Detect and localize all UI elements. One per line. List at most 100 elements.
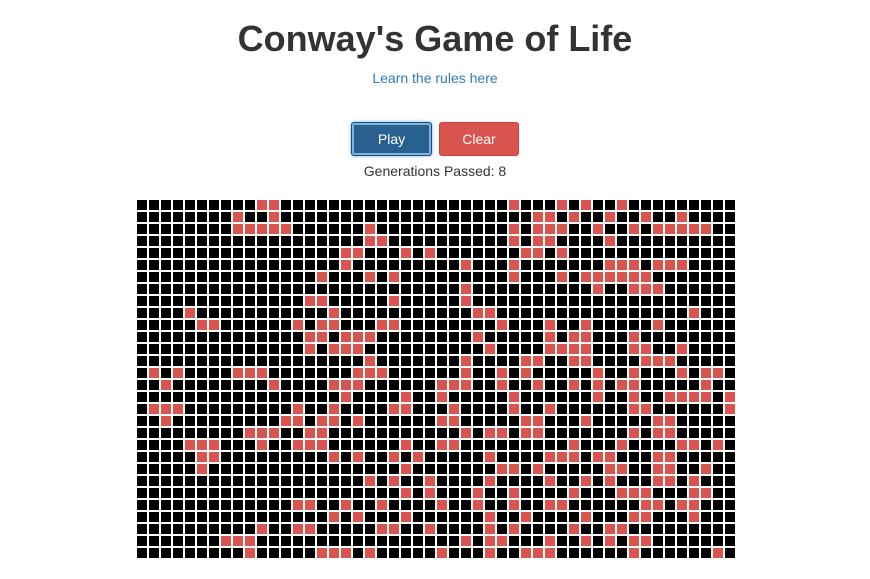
grid-cell-alive[interactable] bbox=[473, 332, 483, 342]
grid-cell[interactable] bbox=[521, 332, 531, 342]
grid-cell-alive[interactable] bbox=[269, 428, 279, 438]
grid-cell[interactable] bbox=[221, 212, 231, 222]
grid-cell[interactable] bbox=[605, 392, 615, 402]
grid-cell[interactable] bbox=[425, 536, 435, 546]
grid-cell[interactable] bbox=[677, 200, 687, 210]
grid-cell[interactable] bbox=[713, 524, 723, 534]
grid-cell-alive[interactable] bbox=[305, 500, 315, 510]
grid-cell[interactable] bbox=[413, 272, 423, 282]
grid-cell[interactable] bbox=[569, 368, 579, 378]
grid-cell[interactable] bbox=[437, 464, 447, 474]
grid-cell[interactable] bbox=[449, 296, 459, 306]
grid-cell[interactable] bbox=[665, 212, 675, 222]
grid-cell[interactable] bbox=[485, 488, 495, 498]
grid-cell[interactable] bbox=[245, 212, 255, 222]
grid-cell[interactable] bbox=[269, 320, 279, 330]
grid-cell[interactable] bbox=[641, 524, 651, 534]
grid-cell[interactable] bbox=[185, 320, 195, 330]
grid-cell-alive[interactable] bbox=[665, 260, 675, 270]
grid-cell[interactable] bbox=[185, 428, 195, 438]
grid-cell[interactable] bbox=[545, 260, 555, 270]
grid-cell-alive[interactable] bbox=[689, 308, 699, 318]
grid-cell-alive[interactable] bbox=[521, 248, 531, 258]
grid-cell[interactable] bbox=[281, 524, 291, 534]
grid-cell-alive[interactable] bbox=[545, 224, 555, 234]
grid-cell[interactable] bbox=[449, 524, 459, 534]
grid-cell[interactable] bbox=[557, 296, 567, 306]
grid-cell[interactable] bbox=[641, 260, 651, 270]
grid-cell-alive[interactable] bbox=[557, 344, 567, 354]
grid-cell[interactable] bbox=[545, 524, 555, 534]
grid-cell[interactable] bbox=[281, 488, 291, 498]
grid-cell[interactable] bbox=[233, 524, 243, 534]
grid-cell-alive[interactable] bbox=[581, 512, 591, 522]
grid-cell-alive[interactable] bbox=[437, 500, 447, 510]
grid-cell[interactable] bbox=[641, 332, 651, 342]
grid-cell[interactable] bbox=[269, 452, 279, 462]
grid-cell[interactable] bbox=[413, 512, 423, 522]
grid-cell[interactable] bbox=[521, 404, 531, 414]
grid-cell[interactable] bbox=[413, 284, 423, 294]
grid-cell[interactable] bbox=[605, 320, 615, 330]
grid-cell[interactable] bbox=[413, 428, 423, 438]
grid-cell[interactable] bbox=[221, 404, 231, 414]
grid-cell[interactable] bbox=[329, 476, 339, 486]
grid-cell[interactable] bbox=[653, 200, 663, 210]
grid-cell-alive[interactable] bbox=[653, 356, 663, 366]
grid-cell[interactable] bbox=[353, 464, 363, 474]
grid-cell[interactable] bbox=[725, 476, 735, 486]
grid-cell[interactable] bbox=[533, 308, 543, 318]
grid-cell[interactable] bbox=[557, 236, 567, 246]
grid-cell[interactable] bbox=[185, 380, 195, 390]
grid-cell[interactable] bbox=[305, 536, 315, 546]
grid-cell[interactable] bbox=[689, 284, 699, 294]
grid-cell[interactable] bbox=[593, 200, 603, 210]
grid-cell[interactable] bbox=[149, 524, 159, 534]
grid-cell-alive[interactable] bbox=[293, 440, 303, 450]
grid-cell[interactable] bbox=[665, 296, 675, 306]
grid-cell[interactable] bbox=[377, 548, 387, 558]
grid-cell[interactable] bbox=[317, 524, 327, 534]
grid-cell-alive[interactable] bbox=[689, 500, 699, 510]
grid-cell[interactable] bbox=[257, 320, 267, 330]
grid-cell[interactable] bbox=[137, 296, 147, 306]
grid-cell[interactable] bbox=[569, 248, 579, 258]
grid-cell[interactable] bbox=[305, 512, 315, 522]
grid-cell-alive[interactable] bbox=[401, 404, 411, 414]
grid-cell[interactable] bbox=[137, 428, 147, 438]
grid-cell[interactable] bbox=[569, 428, 579, 438]
grid-cell-alive[interactable] bbox=[581, 200, 591, 210]
grid-cell-alive[interactable] bbox=[257, 200, 267, 210]
grid-cell[interactable] bbox=[353, 488, 363, 498]
grid-cell[interactable] bbox=[713, 380, 723, 390]
grid-cell[interactable] bbox=[305, 392, 315, 402]
grid-cell-alive[interactable] bbox=[533, 380, 543, 390]
grid-cell[interactable] bbox=[209, 344, 219, 354]
grid-cell[interactable] bbox=[461, 212, 471, 222]
grid-cell-alive[interactable] bbox=[533, 356, 543, 366]
grid-cell[interactable] bbox=[713, 284, 723, 294]
grid-cell[interactable] bbox=[197, 368, 207, 378]
grid-cell[interactable] bbox=[641, 236, 651, 246]
grid-cell[interactable] bbox=[665, 320, 675, 330]
grid-cell-alive[interactable] bbox=[353, 512, 363, 522]
grid-cell[interactable] bbox=[137, 452, 147, 462]
grid-cell[interactable] bbox=[389, 344, 399, 354]
grid-cell[interactable] bbox=[497, 200, 507, 210]
grid-cell[interactable] bbox=[533, 512, 543, 522]
grid-cell[interactable] bbox=[533, 296, 543, 306]
grid-cell[interactable] bbox=[233, 512, 243, 522]
grid-cell[interactable] bbox=[317, 464, 327, 474]
grid-cell[interactable] bbox=[725, 380, 735, 390]
grid-cell[interactable] bbox=[365, 404, 375, 414]
grid-cell[interactable] bbox=[617, 428, 627, 438]
grid-cell-alive[interactable] bbox=[497, 380, 507, 390]
grid-cell[interactable] bbox=[341, 428, 351, 438]
grid-cell[interactable] bbox=[557, 380, 567, 390]
grid-cell[interactable] bbox=[401, 476, 411, 486]
grid-cell-alive[interactable] bbox=[641, 536, 651, 546]
grid-cell-alive[interactable] bbox=[545, 500, 555, 510]
grid-cell-alive[interactable] bbox=[617, 380, 627, 390]
grid-cell[interactable] bbox=[725, 320, 735, 330]
grid-cell[interactable] bbox=[329, 284, 339, 294]
